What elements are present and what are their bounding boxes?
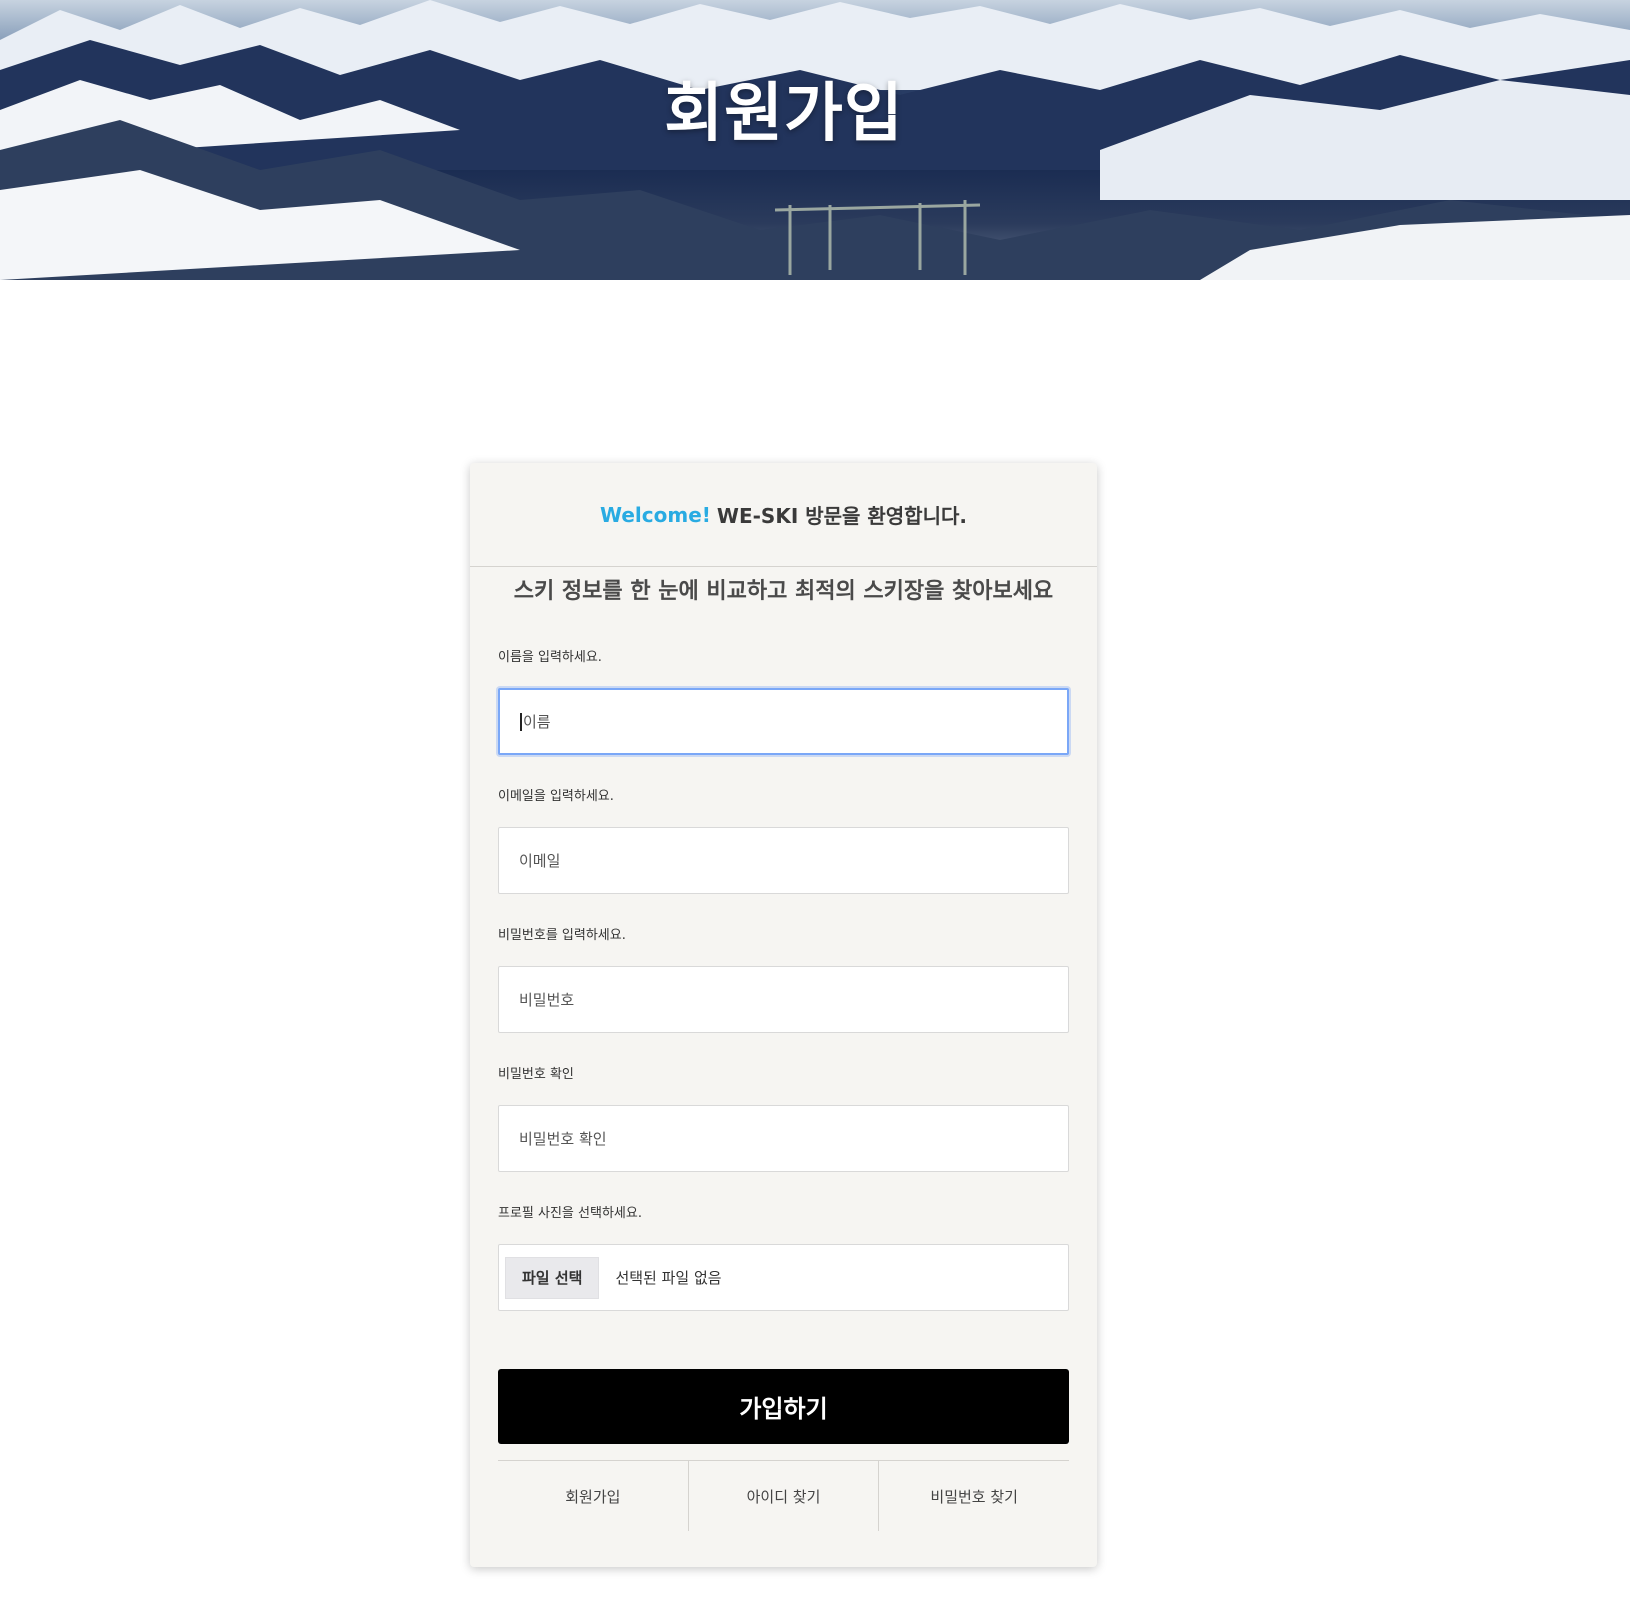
password-confirm-label: 비밀번호 확인 xyxy=(498,1067,574,1082)
choose-file-button[interactable]: 파일 선택 xyxy=(505,1256,600,1299)
footer-links: 회원가입 아이디 찾기 비밀번호 찾기 xyxy=(498,1460,1069,1531)
email-input[interactable]: 이메일 xyxy=(498,827,1069,894)
page-title: 회원가입 xyxy=(664,77,904,151)
signup-link[interactable]: 회원가입 xyxy=(498,1461,688,1531)
password-confirm-input[interactable]: 비밀번호 확인 xyxy=(498,1105,1069,1172)
file-status: 선택된 파일 없음 xyxy=(615,1269,722,1287)
password-confirm-placeholder: 비밀번호 확인 xyxy=(519,1130,607,1148)
profile-photo-input[interactable]: 파일 선택 선택된 파일 없음 xyxy=(498,1244,1069,1311)
welcome-text: WE-SKI 방문을 환영합니다. xyxy=(716,504,967,528)
password-placeholder: 비밀번호 xyxy=(519,991,575,1009)
name-placeholder: 이름 xyxy=(523,713,551,731)
hero-banner: 회원가입 xyxy=(0,0,1630,280)
profile-photo-label: 프로필 사진을 선택하세요. xyxy=(498,1206,642,1221)
password-label: 비밀번호를 입력하세요. xyxy=(498,928,626,943)
name-label: 이름을 입력하세요. xyxy=(498,650,602,665)
email-placeholder: 이메일 xyxy=(519,852,561,870)
text-caret xyxy=(520,712,522,731)
find-id-link[interactable]: 아이디 찾기 xyxy=(687,1461,879,1531)
signup-card: Welcome! WE-SKI 방문을 환영합니다. 스키 정보를 한 눈에 비… xyxy=(470,463,1097,1567)
tagline: 스키 정보를 한 눈에 비교하고 최적의 스키장을 찾아보세요 xyxy=(513,579,1054,604)
find-password-link[interactable]: 비밀번호 찾기 xyxy=(878,1461,1069,1531)
password-input[interactable]: 비밀번호 xyxy=(498,966,1069,1033)
welcome-accent: Welcome! xyxy=(600,502,711,527)
signup-submit-button[interactable]: 가입하기 xyxy=(498,1369,1069,1444)
signup-form: 이름을 입력하세요. 이름 이메일을 입력하세요. 이메일 비밀번호를 입력하세… xyxy=(498,648,1069,1343)
card-header: Welcome! WE-SKI 방문을 환영합니다. xyxy=(470,463,1097,567)
email-label: 이메일을 입력하세요. xyxy=(498,789,614,804)
name-input[interactable]: 이름 xyxy=(498,688,1069,755)
